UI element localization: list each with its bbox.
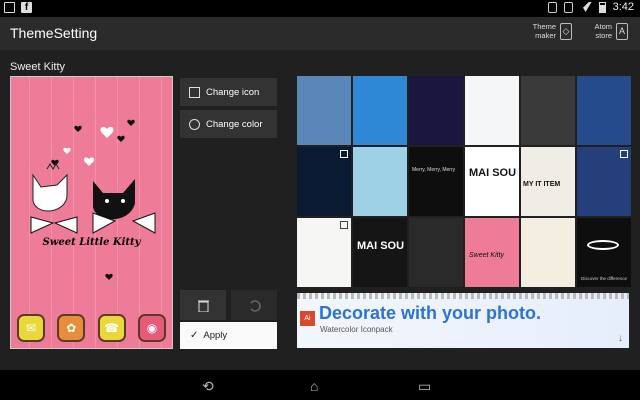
eyedropper-icon <box>189 118 200 130</box>
undo-button[interactable] <box>231 290 277 320</box>
theme-preview: Sweet Little Kitty ✉ ✿ ☎ ◉ <box>10 76 173 349</box>
theme-thumbnail[interactable] <box>577 147 631 216</box>
phone-icon: ☎ <box>97 314 126 342</box>
theme-maker-button[interactable]: Theme maker ◇ <box>528 22 572 40</box>
theme-thumbnail[interactable] <box>409 218 463 287</box>
back-icon[interactable]: ⟲ <box>202 378 214 395</box>
store-icon: A <box>616 22 628 40</box>
theme-maker-label: Theme maker <box>532 22 556 40</box>
trash-icon <box>197 300 209 312</box>
thumb-caption: MY IT ITEM <box>523 181 561 188</box>
atom-store-label: Atom store <box>594 22 612 40</box>
apply-button[interactable]: ✓ Apply <box>180 322 277 349</box>
recent-apps-icon[interactable]: ▭ <box>418 378 431 395</box>
thumb-caption: MAI SOU <box>357 240 405 252</box>
download-icon: ↓ <box>618 333 623 344</box>
copy-icon <box>340 150 348 158</box>
theme-thumbnail[interactable] <box>465 76 519 145</box>
notification-icon <box>4 2 15 13</box>
bluetooth-icon <box>563 1 573 13</box>
kitty-illustration <box>30 119 156 280</box>
theme-thumbnail[interactable]: MAI SOU <box>465 147 519 216</box>
theme-setting-content: Sweet Kitty Sweet Little Kitty ✉ ✿ ☎ ◉ C… <box>0 50 640 370</box>
ai-badge-icon: Ai <box>300 311 315 326</box>
theme-gallery: Merry, Merry, Merry MAI SOU MY IT ITEM M… <box>297 76 631 287</box>
theme-thumbnail[interactable] <box>297 76 351 145</box>
thumb-caption: MAI SOU <box>469 167 517 179</box>
decorate-banner[interactable]: Ai Decorate with your photo. Watercolor … <box>297 293 629 348</box>
thumb-caption: Sweet Kitty <box>469 252 505 259</box>
action-bar: ThemeSetting Theme maker ◇ Atom store A <box>0 17 640 50</box>
preview-dock: ✉ ✿ ☎ ◉ <box>17 314 166 342</box>
home-icon[interactable]: ⌂ <box>310 378 318 394</box>
change-icon-label: Change icon <box>206 86 260 98</box>
theme-thumbnail[interactable] <box>297 147 351 216</box>
atom-store-button[interactable]: Atom store A <box>590 22 628 40</box>
theme-thumbnail[interactable]: MAI SOU <box>353 218 407 287</box>
battery-icon <box>598 1 606 13</box>
page-title: ThemeSetting <box>10 25 98 41</box>
phone-icon: ◇ <box>560 22 572 40</box>
theme-thumbnail[interactable] <box>297 218 351 287</box>
copy-icon <box>620 150 628 158</box>
theme-thumbnail[interactable] <box>521 218 575 287</box>
facebook-icon: f <box>21 2 32 13</box>
theme-thumbnail[interactable] <box>521 76 575 145</box>
mail-icon: ✉ <box>17 314 45 342</box>
copy-icon <box>340 221 348 229</box>
theme-thumbnail[interactable] <box>409 76 463 145</box>
camera-icon: ◉ <box>137 314 166 342</box>
theme-thumbnail[interactable]: Discover the difference <box>577 218 631 287</box>
undo-icon <box>249 299 261 312</box>
theme-thumbnail[interactable]: Sweet Kitty <box>465 218 519 287</box>
change-icon-button[interactable]: Change icon <box>180 78 277 106</box>
wifi-icon <box>579 2 592 12</box>
icon-grid-icon <box>189 86 200 98</box>
check-icon: ✓ <box>190 330 199 341</box>
change-color-label: Change color <box>206 118 263 130</box>
thumb-caption: Merry, Merry, Merry <box>412 167 456 173</box>
preview-title: Sweet Little Kitty <box>42 237 141 248</box>
apply-label: Apply <box>203 330 228 341</box>
theme-thumbnail[interactable] <box>577 76 631 145</box>
theme-name: Sweet Kitty <box>10 61 66 73</box>
theme-thumbnail[interactable] <box>353 147 407 216</box>
thumb-caption: Discover the difference <box>581 276 627 281</box>
flower-icon: ✿ <box>57 314 86 342</box>
theme-thumbnail[interactable]: MY IT ITEM <box>521 147 575 216</box>
status-bar: f 3:42 <box>0 0 640 17</box>
status-time: 3:42 <box>612 1 634 13</box>
banner-title: Decorate with your photo. <box>319 303 542 323</box>
vibrate-icon <box>547 1 557 13</box>
change-color-button[interactable]: Change color <box>180 110 277 138</box>
navigation-bar: ⟲ ⌂ ▭ <box>0 370 640 400</box>
delete-button[interactable] <box>180 290 226 320</box>
theme-thumbnail[interactable]: Merry, Merry, Merry <box>409 147 463 216</box>
theme-thumbnail[interactable] <box>353 76 407 145</box>
banner-subtitle: Watercolor Iconpack <box>320 325 393 334</box>
